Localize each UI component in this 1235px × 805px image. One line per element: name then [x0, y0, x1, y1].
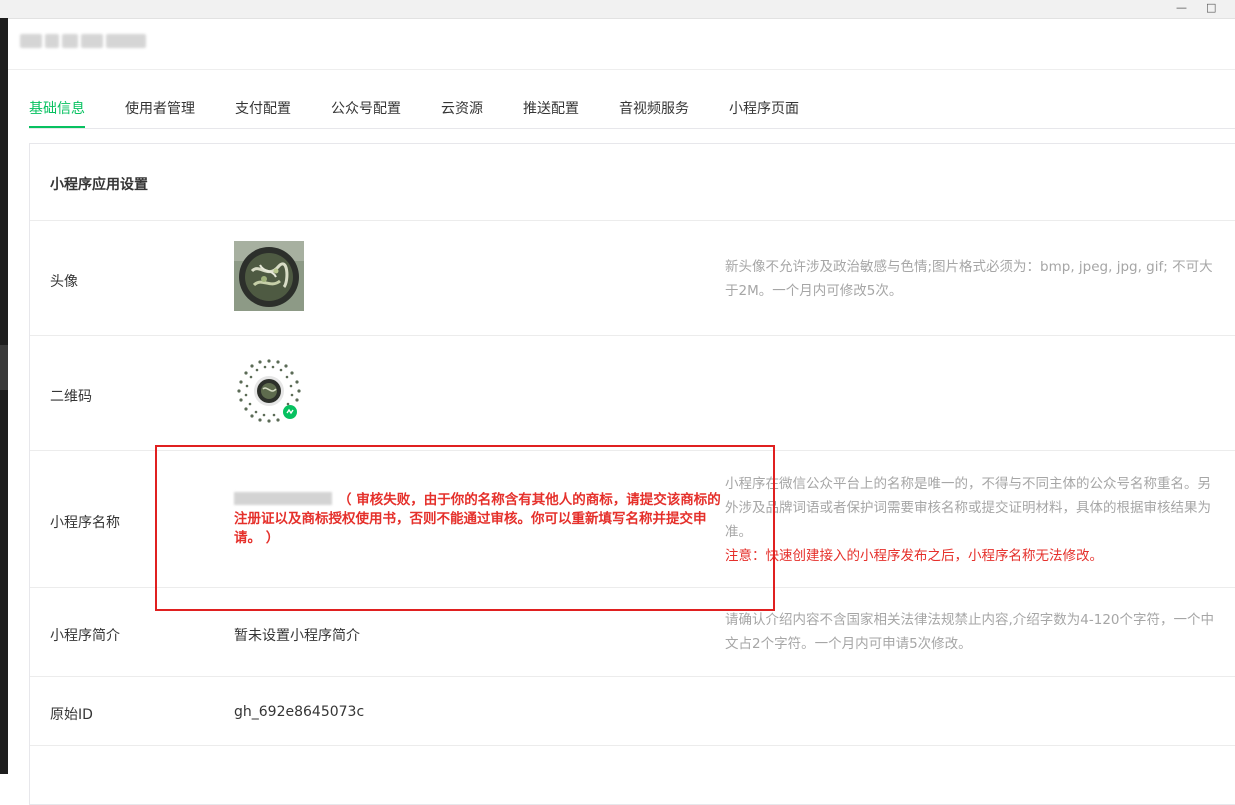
name-tip: 小程序在微信公众平台上的名称是唯一的，不得与不同主体的公众号名称重名。另外涉及品…	[725, 472, 1217, 568]
original-id-label: 原始ID	[50, 707, 93, 723]
header-divider	[8, 69, 1235, 70]
annotation-highlight-box	[155, 445, 775, 611]
row-divider	[30, 220, 1235, 221]
avatar-image[interactable]	[234, 241, 304, 311]
name-tip-text: 小程序在微信公众平台上的名称是唯一的，不得与不同主体的公众号名称重名。另外涉及品…	[725, 476, 1211, 540]
settings-tabs: 基础信息 使用者管理 支付配置 公众号配置 云资源 推送配置 音视频服务 小程序…	[29, 100, 839, 129]
tab-user-management[interactable]: 使用者管理	[125, 100, 195, 129]
intro-label: 小程序简介	[50, 628, 120, 644]
account-name-blurred	[20, 34, 146, 50]
avatar-tip: 新头像不允许涉及政治敏感与色情;图片格式必须为：bmp, jpeg, jpg, …	[725, 259, 1213, 299]
avatar-bowl-illustration	[234, 241, 304, 311]
qrcode-icon	[235, 357, 303, 425]
minimize-icon[interactable]: —	[1176, 1, 1187, 15]
tab-cloud-resources[interactable]: 云资源	[441, 100, 483, 129]
original-id-value: gh_692e8645073c	[234, 704, 365, 720]
tabs-divider	[29, 128, 1235, 129]
name-label: 小程序名称	[50, 515, 120, 531]
mini-program-code[interactable]	[234, 356, 304, 426]
window-title-bar: — □	[0, 0, 1235, 19]
qrcode-label: 二维码	[50, 389, 92, 405]
left-sidebar-edge	[0, 18, 8, 774]
tab-push-config[interactable]: 推送配置	[523, 100, 579, 129]
tab-payment-config[interactable]: 支付配置	[235, 100, 291, 129]
card-title: 小程序应用设置	[50, 177, 148, 193]
tab-official-account-config[interactable]: 公众号配置	[331, 100, 401, 129]
name-tip-warning: 注意：快速创建接入的小程序发布之后，小程序名称无法修改。	[725, 548, 1103, 564]
intro-value: 暂未设置小程序简介	[234, 628, 360, 644]
intro-tip: 请确认介绍内容不含国家相关法律法规禁止内容,介绍字数为4-120个字符，一个中文…	[725, 612, 1215, 652]
sidebar-scroll-thumb[interactable]	[0, 345, 8, 390]
row-divider	[30, 745, 1235, 746]
row-divider	[30, 676, 1235, 677]
tab-audio-video-service[interactable]: 音视频服务	[619, 100, 689, 129]
avatar-label: 头像	[50, 274, 78, 290]
tab-mini-program-pages[interactable]: 小程序页面	[729, 100, 799, 129]
maximize-icon[interactable]: □	[1206, 1, 1216, 15]
row-divider	[30, 335, 1235, 336]
tab-basic-info[interactable]: 基础信息	[29, 100, 85, 129]
